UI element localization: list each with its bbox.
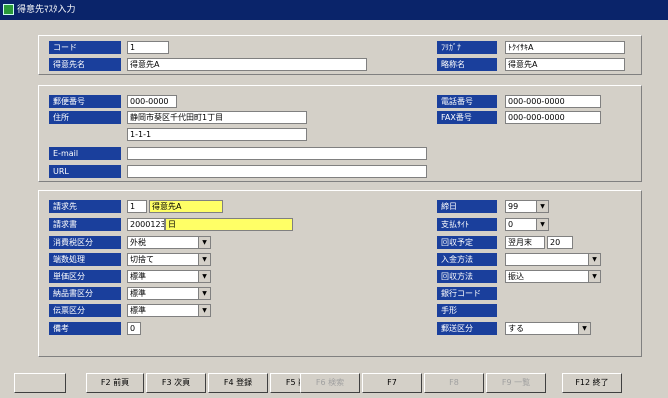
bill-to-label: 請求先 [49,200,121,213]
slip-select[interactable]: 標準 ▼ [127,304,211,317]
remark-label: 備考 [49,322,121,335]
unit-select[interactable]: 標準 ▼ [127,270,211,283]
app-icon [3,4,14,15]
code-label: コード [49,41,121,54]
collect-month-field[interactable]: 翌月末 [505,236,545,249]
ledger-label: 請求書 [49,218,121,231]
email-field[interactable] [127,147,427,160]
closing-day-value: 99 [508,202,519,211]
rounding-select[interactable]: 切捨て ▼ [127,253,211,266]
chevron-down-icon[interactable]: ▼ [588,254,600,265]
remark-field[interactable]: 0 [127,322,141,335]
slip-label: 伝票区分 [49,304,121,317]
term-value: 0 [508,220,514,229]
delivery-label: 納品書区分 [49,287,121,300]
mail-select[interactable]: する ▼ [505,322,591,335]
rounding-label: 端数処理 [49,253,121,266]
fkey-f12-button[interactable]: F12 終了 [562,373,622,393]
window-title: 得意先ﾏｽﾀ入力 [17,5,76,15]
short-name-field[interactable]: 得意先A [505,58,625,71]
function-key-bar: F2 前頁 F3 次頁 F4 登録 F5 削除 F6 検索 F7 F8 F9 一… [0,368,668,398]
chevron-down-icon[interactable]: ▼ [198,271,210,282]
unit-value: 標準 [130,272,146,281]
fkey-f3-button[interactable]: F3 次頁 [146,373,206,393]
ledger-unit-field[interactable]: 日 [165,218,293,231]
name-label: 得意先名 [49,58,121,71]
chevron-down-icon[interactable]: ▼ [588,271,600,282]
unit-label: 単価区分 [49,270,121,283]
application-window: 得意先ﾏｽﾀ入力 コード 1 ﾌﾘｶﾞﾅ ﾄｸｲｻｷA 得意先名 得意先A 略称… [0,0,668,398]
fkey-f1-button[interactable] [14,373,66,393]
term-select[interactable]: 0 ▼ [505,218,549,231]
note-label: 手形 [437,304,497,317]
closing-day-select[interactable]: 99 ▼ [505,200,549,213]
fkey-f7-button[interactable]: F7 [362,373,422,393]
chevron-down-icon[interactable]: ▼ [536,201,548,212]
tax-value: 外税 [130,238,146,247]
term-label: 支払ｻｲﾄ [437,218,497,231]
name-field[interactable]: 得意先A [127,58,367,71]
furigana-field[interactable]: ﾄｸｲｻｷA [505,41,625,54]
email-label: E-mail [49,147,121,160]
payment-label: 入金方法 [437,253,497,266]
mail-label: 郵送区分 [437,322,497,335]
title-bar: 得意先ﾏｽﾀ入力 [0,0,668,20]
zip-label: 郵便番号 [49,95,121,108]
url-label: URL [49,165,121,178]
closing-day-label: 締日 [437,200,497,213]
tel-label: 電話番号 [437,95,497,108]
fkey-f9-button[interactable]: F9 一覧 [486,373,546,393]
bank-code-label: 銀行コード [437,287,497,300]
mail-value: する [508,324,524,333]
address-line1-field[interactable]: 静岡市葵区千代田町1丁目 [127,111,307,124]
fax-label: FAX番号 [437,111,497,124]
furigana-label: ﾌﾘｶﾞﾅ [437,41,497,54]
bill-to-name-field[interactable]: 得意先A [149,200,223,213]
collect-day-field[interactable]: 20 [547,236,573,249]
url-field[interactable] [127,165,427,178]
code-field[interactable]: 1 [127,41,169,54]
slip-value: 標準 [130,306,146,315]
tax-label: 消費税区分 [49,236,121,249]
bill-to-code-field[interactable]: 1 [127,200,147,213]
method-label: 回収方法 [437,270,497,283]
tel-field[interactable]: 000-000-0000 [505,95,601,108]
address-label: 住所 [49,111,121,124]
chevron-down-icon[interactable]: ▼ [536,219,548,230]
delivery-select[interactable]: 標準 ▼ [127,287,211,300]
fkey-f8-button[interactable]: F8 [424,373,484,393]
method-select[interactable]: 振込 ▼ [505,270,601,283]
tax-select[interactable]: 外税 ▼ [127,236,211,249]
fkey-f2-button[interactable]: F2 前頁 [86,373,144,393]
fkey-f4-button[interactable]: F4 登録 [208,373,268,393]
chevron-down-icon[interactable]: ▼ [578,323,590,334]
zip-field[interactable]: 000-0000 [127,95,177,108]
chevron-down-icon[interactable]: ▼ [198,288,210,299]
rounding-value: 切捨て [130,255,154,264]
payment-select[interactable]: ▼ [505,253,601,266]
delivery-value: 標準 [130,289,146,298]
chevron-down-icon[interactable]: ▼ [198,254,210,265]
chevron-down-icon[interactable]: ▼ [198,305,210,316]
fax-field[interactable]: 000-000-0000 [505,111,601,124]
method-value: 振込 [508,272,524,281]
chevron-down-icon[interactable]: ▼ [198,237,210,248]
short-name-label: 略称名 [437,58,497,71]
ledger-field[interactable]: 20001231 [127,218,165,231]
address-line2-field[interactable]: 1-1-1 [127,128,307,141]
fkey-f6-button[interactable]: F6 検索 [300,373,360,393]
collect-label: 回収予定 [437,236,497,249]
